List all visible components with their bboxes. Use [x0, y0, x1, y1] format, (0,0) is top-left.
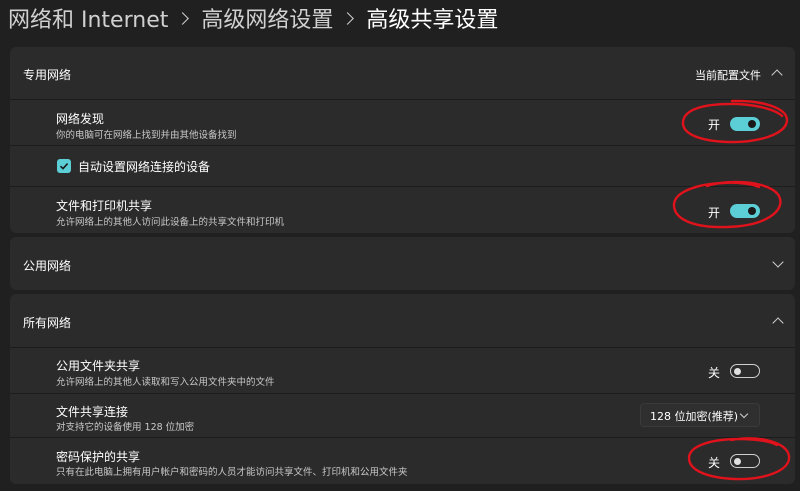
- file-sharing-connections-title: 文件共享连接: [56, 405, 129, 419]
- private-network-section: 专用网络 当前配置文件 网络发现 你的电脑可在网络上找到并由其他设备找到 开 自…: [10, 47, 795, 233]
- auto-setup-checkbox[interactable]: [57, 159, 71, 173]
- password-protected-sharing-description: 只有在此电脑上拥有用户帐户和密码的人员才能访问共享文件、打印机和公用文件夹: [56, 467, 408, 478]
- toggle-knob: [734, 457, 741, 465]
- page-title: 高级共享设置: [366, 8, 499, 33]
- network-discovery-description: 你的电脑可在网络上找到并由其他设备找到: [56, 130, 237, 141]
- encryption-select-value: 128 位加密(推荐): [650, 410, 739, 423]
- chevron-down-icon[interactable]: [772, 256, 784, 268]
- file-printer-sharing-row: 文件和打印机共享 允许网络上的其他人访问此设备上的共享文件和打印机 开: [10, 187, 795, 233]
- breadcrumb-network-internet[interactable]: 网络和 Internet: [8, 2, 168, 34]
- network-discovery-toggle[interactable]: [730, 117, 760, 131]
- all-networks-section: 所有网络 公用文件夹共享 允许网络上的其他人读取和写入公用文件夹中的文件 关 文…: [10, 294, 795, 484]
- toggle-state-label: 关: [708, 456, 721, 470]
- private-network-header[interactable]: 专用网络 当前配置文件: [10, 47, 795, 99]
- toggle-state-label: 开: [708, 206, 721, 220]
- password-protected-sharing-title: 密码保护的共享: [56, 450, 141, 464]
- public-folder-sharing-title: 公用文件夹共享: [56, 359, 141, 373]
- password-protected-sharing-toggle[interactable]: [730, 454, 760, 468]
- current-profile-label: 当前配置文件: [695, 69, 761, 82]
- public-folder-sharing-description: 允许网络上的其他人读取和写入公用文件夹中的文件: [56, 377, 275, 388]
- chevron-up-icon[interactable]: [771, 69, 783, 81]
- chevron-right-icon: [176, 11, 190, 25]
- toggle-knob: [748, 207, 756, 215]
- auto-setup-row[interactable]: 自动设置网络连接的设备: [10, 146, 795, 186]
- section-title: 公用网络: [23, 259, 72, 273]
- toggle-state-label: 开: [708, 118, 721, 132]
- file-printer-sharing-toggle[interactable]: [730, 204, 760, 218]
- section-title: 所有网络: [23, 316, 72, 330]
- network-discovery-row: 网络发现 你的电脑可在网络上找到并由其他设备找到 开: [10, 100, 795, 145]
- auto-setup-label: 自动设置网络连接的设备: [78, 160, 211, 174]
- checkmark-icon: [59, 163, 69, 170]
- section-title: 专用网络: [23, 68, 72, 82]
- password-protected-sharing-row: 密码保护的共享 只有在此电脑上拥有用户帐户和密码的人员才能访问共享文件、打印机和…: [10, 438, 795, 484]
- network-discovery-title: 网络发现: [56, 112, 105, 126]
- chevron-right-icon: [341, 11, 355, 25]
- file-printer-sharing-description: 允许网络上的其他人访问此设备上的共享文件和打印机: [56, 217, 285, 228]
- file-printer-sharing-title: 文件和打印机共享: [56, 199, 153, 213]
- chevron-up-icon[interactable]: [772, 317, 784, 329]
- file-sharing-connections-description: 对支持它的设备使用 128 位加密: [56, 422, 195, 433]
- encryption-select[interactable]: 128 位加密(推荐): [640, 403, 760, 427]
- public-network-section[interactable]: 公用网络: [10, 237, 795, 290]
- public-folder-sharing-row: 公用文件夹共享 允许网络上的其他人读取和写入公用文件夹中的文件 关: [10, 348, 795, 393]
- breadcrumb-advanced-network-settings[interactable]: 高级网络设置: [201, 2, 333, 34]
- public-folder-sharing-toggle[interactable]: [730, 364, 760, 378]
- all-networks-header[interactable]: 所有网络: [10, 294, 795, 347]
- breadcrumb: 网络和 Internet 高级网络设置 高级共享设置: [8, 2, 498, 34]
- toggle-knob: [734, 367, 741, 375]
- chevron-down-icon: [739, 409, 749, 419]
- toggle-knob: [748, 120, 756, 128]
- file-sharing-connections-row: 文件共享连接 对支持它的设备使用 128 位加密 128 位加密(推荐): [10, 394, 795, 437]
- toggle-state-label: 关: [708, 366, 721, 380]
